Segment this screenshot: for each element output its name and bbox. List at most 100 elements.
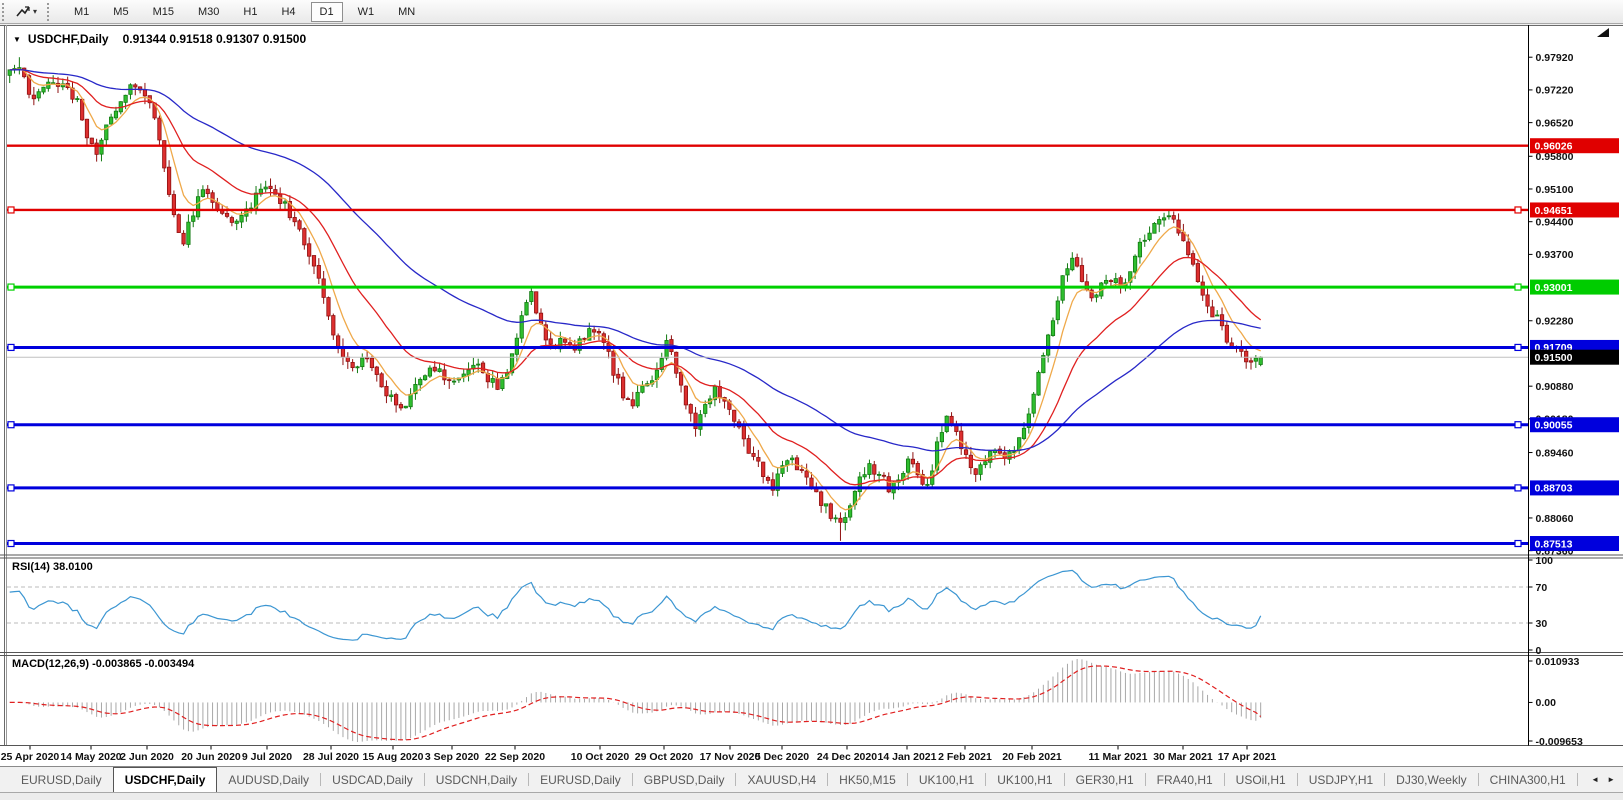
timeframe-button-h1[interactable]: H1 bbox=[234, 2, 266, 22]
hline-handle[interactable] bbox=[1515, 541, 1521, 547]
price-tag-0.88703: 0.88703 bbox=[1530, 480, 1619, 495]
hline-handle[interactable] bbox=[8, 207, 14, 213]
chart-tabs-bar: EURUSD,DailyUSDCHF,DailyAUDUSD,DailyUSDC… bbox=[0, 766, 1623, 792]
chart-window-background bbox=[0, 25, 1623, 766]
axis-label: 14 May 2020 bbox=[60, 751, 121, 763]
hline-handle[interactable] bbox=[1515, 422, 1521, 428]
chart-symbol-label: USDCHF,Daily bbox=[28, 32, 109, 46]
price-tag-0.90055: 0.90055 bbox=[1530, 417, 1619, 432]
axis-label: 10 Oct 2020 bbox=[571, 751, 630, 763]
axis-label: 25 Apr 2020 bbox=[1, 751, 60, 763]
chart-tab-usdcad-daily[interactable]: USDCAD,Daily bbox=[321, 767, 424, 792]
timeframe-button-m15[interactable]: M15 bbox=[144, 2, 183, 22]
axis-label: 0.90880 bbox=[1536, 381, 1574, 393]
axis-label: 0.89460 bbox=[1536, 447, 1574, 459]
chart-tab-hk50-m15[interactable]: HK50,M15 bbox=[828, 767, 907, 792]
chart-tab-xauusd-h4[interactable]: XAUUSD,H4 bbox=[736, 767, 827, 792]
axis-label: 2 Feb 2021 bbox=[938, 751, 992, 763]
hline-handle[interactable] bbox=[8, 485, 14, 491]
dropdown-caret-icon[interactable]: ▾ bbox=[33, 7, 37, 16]
axis-label: 2 Jun 2020 bbox=[120, 751, 174, 763]
timeframe-toolbar-grip[interactable] bbox=[47, 3, 54, 21]
axis-label: 0.96520 bbox=[1536, 117, 1574, 129]
crosshair-tool-icon[interactable] bbox=[14, 4, 32, 20]
timeframe-button-m1[interactable]: M1 bbox=[65, 2, 98, 22]
axis-label: 20 Feb 2021 bbox=[1002, 751, 1062, 763]
axis-label: 0.94651 bbox=[1535, 205, 1573, 217]
axis-label: 5 Dec 2020 bbox=[755, 751, 809, 763]
axis-label: 0.010933 bbox=[1536, 656, 1580, 668]
timeframe-button-mn[interactable]: MN bbox=[389, 2, 424, 22]
axis-label: 0.96026 bbox=[1535, 141, 1573, 153]
chart-header: ▼ USDCHF,Daily 0.91344 0.91518 0.91307 0… bbox=[13, 32, 306, 46]
price-tag-0.96026: 0.96026 bbox=[1530, 138, 1619, 153]
chart-tab-eurusd-daily[interactable]: EURUSD,Daily bbox=[529, 767, 632, 792]
chart-tab-gbpusd-daily[interactable]: GBPUSD,Daily bbox=[633, 767, 736, 792]
hline-handle[interactable] bbox=[8, 541, 14, 547]
axis-label: 15 Aug 2020 bbox=[363, 751, 424, 763]
collapse-triangle-icon[interactable]: ▼ bbox=[13, 35, 21, 44]
axis-label: -0.009653 bbox=[1536, 736, 1583, 748]
axis-label: 14 Jan 2021 bbox=[878, 751, 937, 763]
tab-scroll-right-icon[interactable]: ► bbox=[1603, 772, 1619, 787]
axis-label: 24 Dec 2020 bbox=[817, 751, 877, 763]
timeframe-button-w1[interactable]: W1 bbox=[349, 2, 384, 22]
hline-handle[interactable] bbox=[1515, 485, 1521, 491]
axis-label: 0.93001 bbox=[1535, 282, 1573, 294]
timeframe-button-m30[interactable]: M30 bbox=[189, 2, 228, 22]
chart-tab-dj30-weekly[interactable]: DJ30,Weekly bbox=[1385, 767, 1477, 792]
axis-label: 11 Mar 2021 bbox=[1089, 751, 1148, 763]
chart-tab-usdcnh-daily[interactable]: USDCNH,Daily bbox=[425, 767, 528, 792]
chart-tab-china300-h1[interactable]: CHINA300,H1 bbox=[1479, 767, 1577, 792]
chart-ohlc-values: 0.91344 0.91518 0.91307 0.91500 bbox=[123, 32, 307, 46]
chart-canvas[interactable]: 0.979200.972200.965200.958000.951000.944… bbox=[0, 0, 1623, 800]
chart-tab-usdjpy-h1[interactable]: USDJPY,H1 bbox=[1298, 767, 1384, 792]
hline-handle[interactable] bbox=[8, 422, 14, 428]
hline-handle[interactable] bbox=[8, 344, 14, 350]
timeframe-buttons: M1 M5 M15 M30 H1 H4 D1 W1MN bbox=[62, 0, 427, 23]
axis-label: 0.93700 bbox=[1536, 249, 1574, 261]
chart-tab-fra40-h1[interactable]: FRA40,H1 bbox=[1146, 767, 1224, 792]
status-bar bbox=[0, 792, 1623, 800]
axis-label: 30 bbox=[1536, 618, 1548, 630]
chart-tab-uk100-h1[interactable]: UK100,H1 bbox=[908, 767, 985, 792]
price-tag-0.93001: 0.93001 bbox=[1530, 280, 1619, 295]
hline-handle[interactable] bbox=[1515, 344, 1521, 350]
chart-tabs: EURUSD,DailyUSDCHF,DailyAUDUSD,DailyUSDC… bbox=[10, 767, 1608, 792]
timeframe-button-d1[interactable]: D1 bbox=[311, 2, 343, 22]
axis-label: 29 Oct 2020 bbox=[635, 751, 694, 763]
axis-label: 0.92280 bbox=[1536, 316, 1574, 328]
toolbar-grip[interactable] bbox=[2, 3, 8, 21]
axis-label: 28 Jul 2020 bbox=[303, 751, 359, 763]
axis-label: 30 Mar 2021 bbox=[1153, 751, 1213, 763]
top-toolbar: ▾ M1 M5 M15 M30 H1 H4 D1 W1MN bbox=[0, 0, 1623, 24]
price-tag-0.94651: 0.94651 bbox=[1530, 202, 1619, 217]
chart-tab-eurusd-daily[interactable]: EURUSD,Daily bbox=[10, 767, 113, 792]
axis-label: 0.87513 bbox=[1535, 538, 1573, 550]
axis-label: 0.88703 bbox=[1535, 483, 1573, 495]
hline-handle[interactable] bbox=[1515, 207, 1521, 213]
axis-label: 0.94400 bbox=[1536, 216, 1574, 228]
timeframe-button-m5[interactable]: M5 bbox=[104, 2, 137, 22]
rsi-indicator-label: RSI(14) 38.0100 bbox=[12, 561, 93, 573]
macd-indicator-label: MACD(12,26,9) -0.003865 -0.003494 bbox=[12, 658, 194, 670]
chart-tab-usoil-h1[interactable]: USOil,H1 bbox=[1225, 767, 1297, 792]
chart-tab-audusd-daily[interactable]: AUDUSD,Daily bbox=[217, 767, 320, 792]
axis-label: 0.95100 bbox=[1536, 184, 1574, 196]
axis-label: 3 Sep 2020 bbox=[425, 751, 479, 763]
axis-label: 9 Jul 2020 bbox=[242, 751, 292, 763]
chart-tab-uk100-h1[interactable]: UK100,H1 bbox=[986, 767, 1063, 792]
axis-label: 17 Apr 2021 bbox=[1218, 751, 1277, 763]
chart-tab-ger30-h1[interactable]: GER30,H1 bbox=[1065, 767, 1145, 792]
axis-label: 0.90055 bbox=[1535, 420, 1573, 432]
tab-scroll-left-icon[interactable]: ◄ bbox=[1587, 772, 1603, 787]
timeframe-button-h4[interactable]: H4 bbox=[272, 2, 304, 22]
axis-label: 20 Jun 2020 bbox=[181, 751, 241, 763]
axis-label: 70 bbox=[1536, 582, 1548, 594]
hline-handle[interactable] bbox=[8, 284, 14, 290]
axis-label: 0.97220 bbox=[1536, 85, 1574, 97]
hline-handle[interactable] bbox=[1515, 284, 1521, 290]
axis-label: 0.91500 bbox=[1535, 352, 1573, 364]
axis-label: 100 bbox=[1536, 555, 1554, 567]
chart-tab-usdchf-daily[interactable]: USDCHF,Daily bbox=[113, 767, 218, 792]
